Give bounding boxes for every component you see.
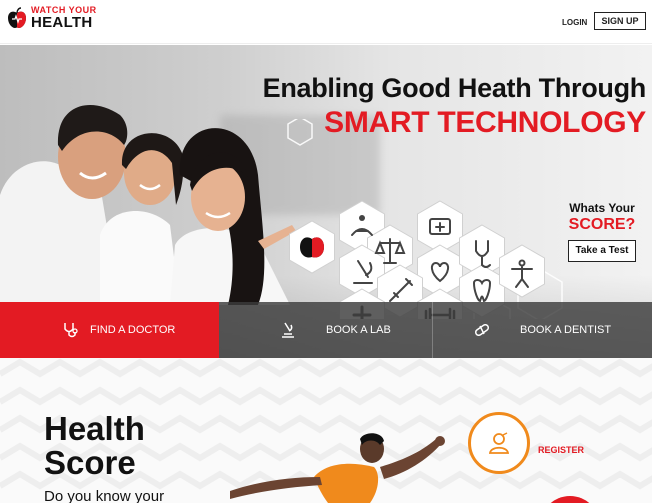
score-word: SCORE? <box>568 216 636 233</box>
register-label[interactable]: REGISTER <box>538 445 584 455</box>
family-photo <box>0 105 296 305</box>
health-score-title-line1: Health <box>44 410 145 447</box>
hero-title-line1: Enabling Good Heath Through <box>262 73 647 103</box>
find-a-doctor-button[interactable]: FIND A DOCTOR <box>0 302 219 358</box>
score-question: Whats Your <box>569 201 635 215</box>
take-a-test-button[interactable]: Take a Test <box>568 240 636 262</box>
quick-actions-bar: FIND A DOCTOR BOOK A LAB BOOK A DENTIST <box>0 302 652 358</box>
user-icon <box>488 432 510 454</box>
health-score-title-line2: Score <box>44 444 136 481</box>
score-callout: Whats Your SCORE? Take a Test <box>556 201 648 262</box>
pill-icon <box>474 323 490 337</box>
stethoscope-icon <box>64 323 78 338</box>
hero-banner: Enabling Good Heath Through SMART TECHNO… <box>0 45 652 358</box>
health-score-section: Health Score Do you know your REGISTER <box>0 358 652 503</box>
apple-logo-icon <box>8 7 26 28</box>
book-a-lab-label: BOOK A LAB <box>326 324 391 336</box>
hexagon-icon-grid <box>287 119 563 319</box>
signup-button[interactable]: SIGN UP <box>594 12 646 30</box>
health-score-title: Health Score <box>44 412 145 480</box>
site-header: WATCH YOUR HEALTH LOGIN SIGN UP <box>0 0 652 44</box>
logo[interactable]: WATCH YOUR HEALTH <box>6 6 97 30</box>
book-a-lab-button[interactable]: BOOK A LAB <box>219 302 433 358</box>
login-link[interactable]: LOGIN <box>562 18 587 27</box>
book-a-dentist-label: BOOK A DENTIST <box>520 324 612 336</box>
logo-wordmark: HEALTH <box>31 14 93 31</box>
health-score-subtitle: Do you know your <box>44 488 165 503</box>
register-button[interactable] <box>468 412 530 474</box>
microscope-icon <box>282 322 294 338</box>
runner-image <box>230 433 445 503</box>
book-a-dentist-button[interactable]: BOOK A DENTIST <box>433 302 652 358</box>
find-a-doctor-label: FIND A DOCTOR <box>90 324 176 336</box>
